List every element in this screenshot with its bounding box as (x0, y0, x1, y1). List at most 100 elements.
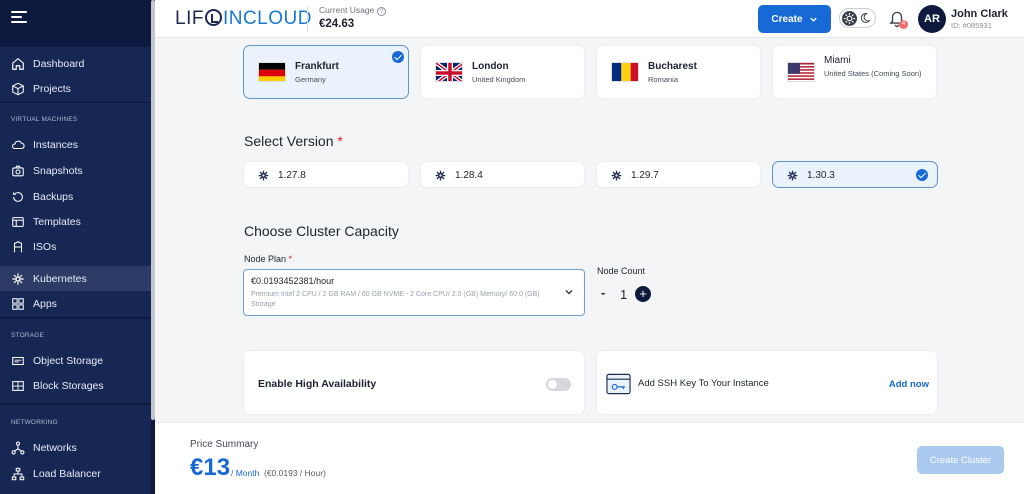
node-count-label: Node Count (597, 266, 646, 276)
sidebar-item-label: Backups (33, 190, 74, 203)
logo-mark-icon (204, 9, 222, 26)
sidebar-scrollbar[interactable] (151, 0, 155, 494)
create-dropdown-button[interactable]: Create (758, 5, 831, 33)
sidebar-item-label: Instances (33, 138, 78, 151)
usage-label-text: Current Usage (319, 5, 375, 15)
ssh-key-label: Add SSH Key To Your Instance (638, 378, 769, 389)
location-country: United Kingdom (472, 75, 526, 84)
brand-logo[interactable]: LIF INCLOUD (175, 8, 312, 30)
sidebar-section-heading: NETWORKING (11, 419, 58, 426)
node-count-increment-button[interactable]: + (635, 286, 651, 302)
version-option[interactable]: 1.28.4 (420, 161, 585, 188)
create-button-label: Create (771, 13, 803, 25)
sidebar-item-label: Snapshots (33, 164, 83, 177)
block-storage-icon (12, 380, 24, 391)
required-marker: * (337, 133, 343, 149)
add-ssh-key-link[interactable]: Add now (889, 379, 929, 390)
notification-badge: 4 (899, 20, 908, 29)
logo-text-a: LIF (175, 8, 204, 29)
sidebar-item-label: Load Balancer (33, 467, 101, 480)
location-card-bucharest[interactable]: Bucharest Romania (596, 45, 761, 99)
sidebar-item-label: ISOs (33, 240, 57, 253)
price-summary-footer: Price Summary €13 / Month (€0.0193 / Hou… (155, 422, 1024, 494)
high-availability-card: Enable High Availability (243, 350, 585, 415)
sidebar-item-snapshots[interactable]: Snapshots (0, 158, 151, 183)
cube-icon (12, 82, 24, 95)
version-label: 1.30.3 (807, 170, 835, 181)
chevron-down-icon (565, 289, 573, 295)
home-icon (12, 57, 24, 70)
create-cluster-button[interactable]: Create Cluster (917, 446, 1004, 474)
sidebar-item-templates[interactable]: Templates (0, 209, 151, 234)
location-country: United States (Coming Soon) (824, 69, 922, 78)
sidebar-item-dashboard[interactable]: Dashboard (0, 51, 151, 76)
object-storage-icon (12, 356, 24, 365)
node-count-value: 1 (620, 287, 628, 302)
sidebar-item-label: Block Storages (33, 379, 104, 392)
sidebar-item-projects[interactable]: Projects (0, 76, 151, 101)
version-label: 1.28.4 (455, 170, 483, 181)
monthly-price: €13 (190, 454, 231, 481)
kubernetes-icon (611, 170, 622, 181)
sidebar-section-heading: VIRTUAL MACHINES (11, 116, 78, 123)
sidebar-item-instances[interactable]: Instances (0, 132, 151, 157)
sidebar-item-load-balancer[interactable]: Load Balancer (0, 461, 151, 486)
select-version-title-text: Select Version (244, 133, 334, 149)
sidebar-item-backups[interactable]: Backups (0, 184, 151, 209)
location-card-miami: Miami United States (Coming Soon) (772, 45, 937, 99)
kubernetes-icon (12, 272, 24, 285)
location-country: Romania (648, 75, 679, 84)
check-icon (916, 169, 928, 181)
node-count-decrement-button[interactable]: - (601, 285, 605, 300)
template-icon (12, 216, 24, 227)
chevron-down-icon (809, 17, 817, 22)
sidebar-item-label: Kubernetes (33, 272, 87, 285)
location-card-london[interactable]: London United Kingdom (420, 45, 585, 99)
avatar[interactable]: AR (918, 5, 946, 33)
node-plan-price: €0.0193452381/hour (251, 276, 335, 286)
sidebar-item-block-storages[interactable]: Block Storages (0, 373, 151, 398)
cloud-icon (11, 140, 25, 149)
required-marker: * (288, 254, 293, 264)
version-option[interactable]: 1.27.8 (243, 161, 409, 188)
hamburger-menu-icon[interactable] (11, 11, 27, 23)
kubernetes-icon (435, 170, 446, 181)
node-plan-select[interactable]: €0.0193452381/hour Premium Intel 2 CPU /… (243, 269, 585, 316)
version-option[interactable]: 1.29.7 (596, 161, 761, 188)
header-divider (307, 6, 308, 32)
kubernetes-icon (258, 170, 269, 181)
sidebar-item-object-storage[interactable]: Object Storage (0, 348, 151, 373)
version-option-selected[interactable]: 1.30.3 (772, 161, 938, 188)
location-name: Bucharest (648, 61, 697, 72)
usage-value: €24.63 (319, 18, 355, 30)
romania-flag-icon (611, 62, 639, 82)
node-plan-label: Node Plan * (244, 254, 292, 264)
per-month-label: / Month (231, 468, 260, 478)
sidebar-item-kubernetes[interactable]: Kubernetes (0, 266, 151, 291)
sidebar-item-isos[interactable]: ISOs (0, 234, 151, 259)
sidebar-item-networks[interactable]: Networks (0, 435, 151, 460)
help-icon[interactable]: ? (377, 7, 387, 16)
sun-icon (842, 11, 857, 26)
location-name: London (472, 61, 509, 72)
apps-grid-icon (12, 297, 24, 310)
sidebar-item-apps[interactable]: Apps (0, 291, 151, 316)
sidebar-item-label: Apps (33, 297, 57, 310)
sidebar-item-label: Object Storage (33, 354, 104, 367)
germany-flag-icon (258, 62, 286, 82)
theme-toggle[interactable] (839, 8, 876, 28)
load-balancer-icon (11, 467, 25, 480)
high-availability-toggle[interactable] (546, 378, 571, 391)
uk-flag-icon (435, 62, 463, 82)
version-label: 1.27.8 (278, 170, 306, 181)
sidebar-item-label: Templates (33, 215, 81, 228)
top-header: LIF INCLOUD Current Usage? €24.63 Create … (155, 0, 1024, 38)
cluster-capacity-title: Choose Cluster Capacity (244, 223, 399, 239)
sidebar-item-label: Dashboard (33, 57, 85, 70)
sidebar-item-label: Networks (33, 441, 77, 454)
iso-icon (13, 240, 23, 252)
location-card-frankfurt[interactable]: Frankfurt Germany (243, 45, 409, 99)
hourly-price: (€0.0193 / Hour) (264, 468, 326, 478)
moon-icon (860, 13, 871, 23)
kubernetes-icon (787, 170, 798, 181)
